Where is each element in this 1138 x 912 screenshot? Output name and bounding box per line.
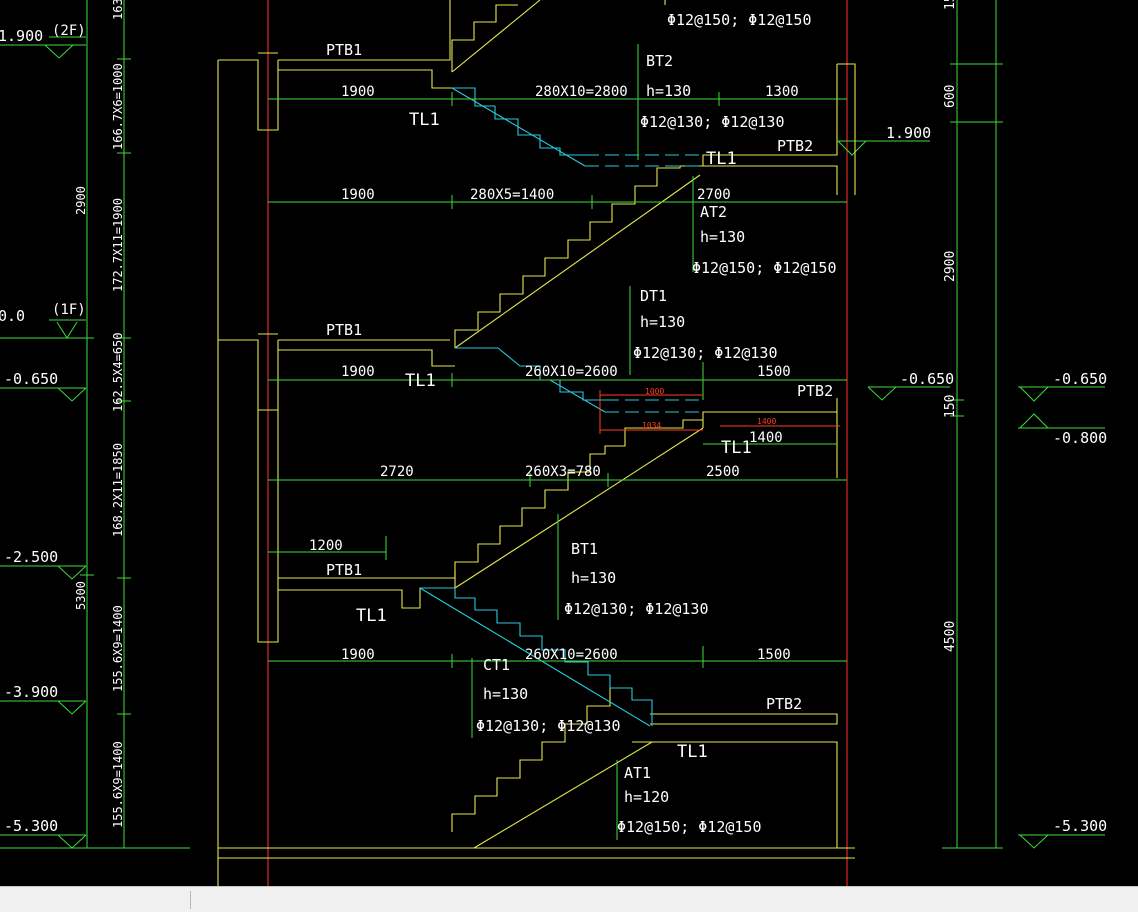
cad-drawing-canvas[interactable]: 1.900 0.0 -0.650 -2.500 -3.900 -5.300 (2… — [0, 0, 1138, 886]
beam-label: TL1 — [409, 110, 440, 130]
dim-label: 280X10=2800 — [535, 84, 628, 100]
elevation-label: -0.650 — [1053, 370, 1107, 388]
elevation-label: -0.800 — [1053, 429, 1107, 447]
beam-label: TL1 — [706, 149, 737, 169]
dim-label: 260X3=780 — [525, 464, 601, 480]
floor-tag: (2F) — [52, 23, 86, 39]
step-dim-label: 168.2X11=1850 — [111, 443, 125, 537]
stair-rebar: Φ12@130; Φ12@130 — [633, 344, 778, 362]
dim-label: 1900 — [341, 84, 375, 100]
elevation-label: 1.900 — [886, 124, 931, 142]
dim-label: 1300 — [765, 84, 799, 100]
dim-label: 1900 — [341, 364, 375, 380]
stair-thickness: h=130 — [640, 313, 685, 331]
red-dim-label: 1000 — [645, 387, 664, 396]
floor-tag: (1F) — [52, 302, 86, 318]
beam-label: TL1 — [356, 606, 387, 626]
elevation-label: -5.300 — [4, 817, 58, 835]
slab-label: PTB1 — [326, 561, 362, 579]
stair-rebar: Φ12@130; Φ12@130 — [564, 600, 709, 618]
stair-name: AT2 — [700, 203, 727, 221]
dim-label: 260X10=2600 — [525, 647, 618, 663]
dim-label: 1500 — [757, 364, 791, 380]
dim-label: 1900 — [341, 187, 375, 203]
stair-thickness: h=120 — [624, 788, 669, 806]
red-dim-label: 1034 — [642, 421, 661, 430]
dim-label: 1400 — [749, 430, 783, 446]
stair-thickness: h=130 — [571, 569, 616, 587]
stair-thickness: h=130 — [646, 82, 691, 100]
stair-name: AT1 — [624, 764, 651, 782]
step-dim-label: 155.6X9=1400 — [111, 741, 125, 828]
beam-label: TL1 — [405, 371, 436, 391]
slab-label: PTB1 — [326, 321, 362, 339]
beam-label: TL1 — [677, 742, 708, 762]
elevation-label: 0.0 — [0, 307, 25, 325]
total-dim-label: 5300 — [74, 581, 88, 610]
step-dim-label: 162.5X4=650 — [111, 333, 125, 412]
right-dim-label: 600 — [943, 85, 958, 108]
dim-label: 2500 — [706, 464, 740, 480]
dim-label: 1500 — [757, 647, 791, 663]
right-dim-label: 4500 — [943, 621, 958, 652]
stair-thickness: h=130 — [700, 228, 745, 246]
elevation-label: -3.900 — [4, 683, 58, 701]
slab-label: PTB2 — [797, 382, 833, 400]
dim-label: 2700 — [697, 187, 731, 203]
right-dim-label: 150 — [943, 395, 958, 418]
status-bar-divider — [190, 891, 191, 909]
red-dim-label: 1400 — [757, 417, 776, 426]
stair-rebar: Φ12@150; Φ12@150 — [692, 259, 837, 277]
step-dim-label: 155.6X9=1400 — [111, 605, 125, 692]
elevation-label: -2.500 — [4, 548, 58, 566]
stair-name: CT1 — [483, 656, 510, 674]
stair-name: BT1 — [571, 540, 598, 558]
elevation-label: -0.650 — [4, 370, 58, 388]
slab-label: PTB2 — [766, 695, 802, 713]
slab-label: PTB2 — [777, 137, 813, 155]
stair-rebar: Φ12@130; Φ12@130 — [640, 113, 785, 131]
right-dim-label: 2900 — [943, 251, 958, 282]
stair-thickness: h=130 — [483, 685, 528, 703]
dim-label: 260X10=2600 — [525, 364, 618, 380]
stair-rebar: Φ12@150; Φ12@150 — [617, 818, 762, 836]
beam-label: TL1 — [721, 438, 752, 458]
top-reinforcement-note: Φ12@150; Φ12@150 — [667, 11, 812, 29]
dim-label: 1900 — [341, 647, 375, 663]
elevation-label: 1.900 — [0, 27, 43, 45]
dim-label: 280X5=1400 — [470, 187, 554, 203]
partial-dim-label: 15 — [943, 0, 958, 10]
status-bar — [0, 886, 1138, 912]
stair-rebar: Φ12@130; Φ12@130 — [476, 717, 621, 735]
step-dim-label: 166.7X6=1000 — [111, 63, 125, 150]
stair-name: BT2 — [646, 52, 673, 70]
partial-dim-label: 163 — [111, 0, 125, 20]
elevation-label: -0.650 — [900, 370, 954, 388]
slab-label: PTB1 — [326, 41, 362, 59]
elevation-label: -5.300 — [1053, 817, 1107, 835]
dim-label: 2720 — [380, 464, 414, 480]
dim-label: 1200 — [309, 538, 343, 554]
step-dim-label: 172.7X11=1900 — [111, 198, 125, 292]
total-dim-label: 2900 — [74, 186, 88, 215]
stair-name: DT1 — [640, 287, 667, 305]
